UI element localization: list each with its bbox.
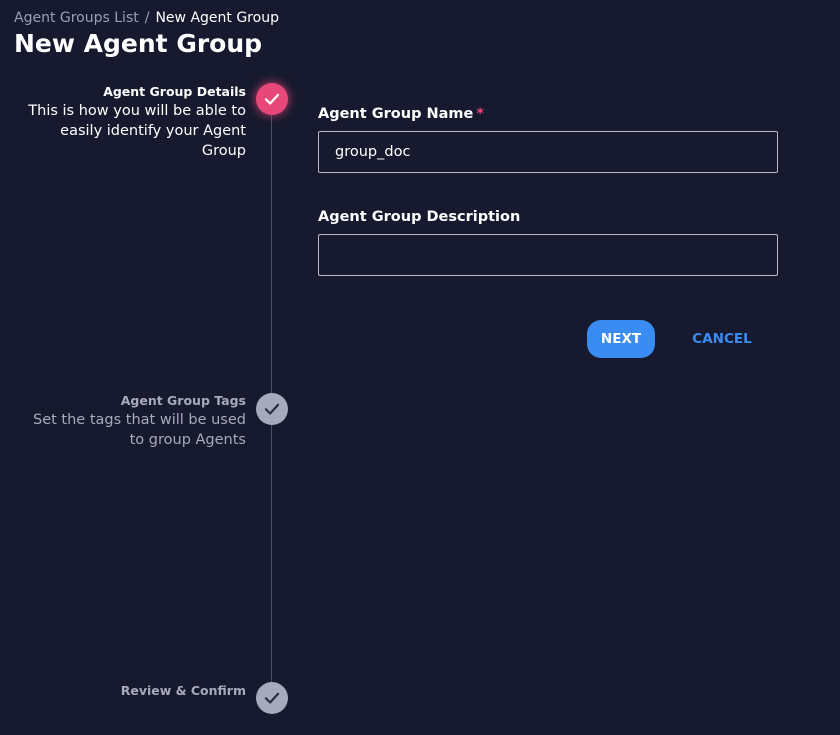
breadcrumb-current: New Agent Group	[155, 10, 279, 26]
step-review-confirm: Review & Confirm	[26, 682, 246, 700]
check-icon	[264, 692, 280, 704]
agent-group-description-input[interactable]	[318, 234, 778, 276]
step-3-check-icon	[256, 682, 288, 714]
breadcrumb-agent-groups-list-link[interactable]: Agent Groups List	[14, 10, 139, 26]
agent-group-description-label: Agent Group Description	[318, 209, 521, 225]
step-title: Agent Group Tags	[120, 393, 246, 408]
new-agent-group-page: Agent Groups List / New Agent Group New Ag…	[0, 0, 840, 735]
agent-group-name-label: Agent Group Name *	[318, 104, 484, 124]
step-description: This is how you will be able to easily i…	[28, 103, 246, 159]
agent-group-name-input[interactable]	[318, 131, 778, 173]
check-icon	[264, 93, 280, 105]
required-asterisk: *	[476, 106, 484, 122]
check-icon	[264, 403, 280, 415]
step-1-check-icon	[256, 83, 288, 115]
page-title: New Agent Group	[14, 29, 263, 58]
agent-group-name-label-text: Agent Group Name	[318, 106, 474, 122]
step-agent-group-details: Agent Group Details This is how you will…	[26, 83, 246, 161]
breadcrumb-separator: /	[144, 10, 150, 26]
step-title: Review & Confirm	[120, 683, 246, 698]
cancel-button[interactable]: CANCEL	[680, 320, 764, 358]
step-agent-group-tags: Agent Group Tags Set the tags that will …	[26, 392, 246, 450]
step-title: Agent Group Details	[103, 84, 246, 99]
breadcrumb: Agent Groups List / New Agent Group	[14, 8, 279, 28]
next-button[interactable]: NEXT	[587, 320, 655, 358]
step-2-check-icon	[256, 393, 288, 425]
step-description: Set the tags that will be used to group …	[33, 412, 246, 448]
